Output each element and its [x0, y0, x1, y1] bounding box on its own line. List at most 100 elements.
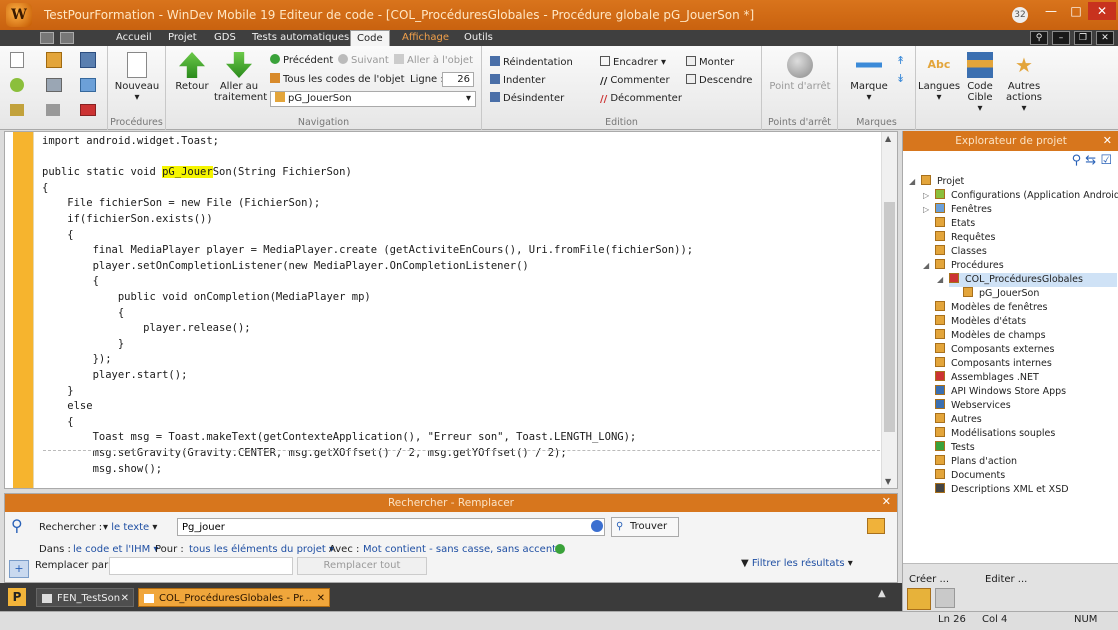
monter-button[interactable]: Monter [686, 56, 734, 70]
device-icon[interactable] [46, 78, 62, 92]
expand-replace-icon[interactable]: + [9, 560, 29, 578]
close-button[interactable]: ✕ [1088, 2, 1116, 20]
tree-item[interactable]: Webservices [935, 399, 1011, 413]
tree-expander-icon[interactable]: ◢ [937, 275, 943, 284]
marque-button[interactable]: Marque ▾ [844, 52, 894, 103]
tree-item[interactable]: Plans d'action [935, 455, 1017, 469]
open-folder-icon[interactable] [46, 52, 62, 68]
pour-dropdown[interactable]: tous les éléments du projet ▾ [189, 544, 334, 555]
ribbon-close-icon[interactable]: ✕ [1096, 31, 1114, 45]
tree-item[interactable]: Modèles de fenêtres [935, 301, 1048, 315]
tree-item[interactable]: Composants internes [935, 357, 1052, 371]
ribbon-minimize-icon[interactable]: – [1052, 31, 1070, 45]
trouver-button[interactable]: ⚲ Trouver [611, 517, 679, 537]
tree-item[interactable]: Composants externes [935, 343, 1054, 357]
tree-item[interactable]: Modélisations souples [935, 427, 1055, 441]
check-list-icon[interactable]: ☑ [1100, 153, 1112, 168]
tous-codes-button[interactable]: Tous les codes de l'objet [270, 73, 405, 87]
code-line[interactable]: if(fichierSon.exists()) [42, 212, 212, 228]
explorer-search-icon[interactable] [907, 588, 931, 610]
code-line[interactable]: else [42, 399, 92, 415]
undo-icon[interactable] [10, 104, 24, 116]
avec-dropdown[interactable]: Mot contient - sans casse, sans accent ▾ [363, 544, 564, 555]
code-line[interactable]: final MediaPlayer player = MediaPlayer.c… [42, 243, 694, 259]
sync-icon[interactable]: ⇆ [1085, 153, 1096, 168]
code-line[interactable]: public void onCompletion(MediaPlayer mp) [42, 290, 371, 306]
editor-scrollbar[interactable]: ▲ ▼ [881, 132, 897, 488]
editer-button[interactable]: Editer ... [985, 574, 1027, 585]
tree-item[interactable]: API Windows Store Apps [935, 385, 1066, 399]
tab-projet[interactable]: Projet [162, 30, 203, 46]
code-line[interactable]: { [42, 306, 124, 322]
search-input[interactable] [177, 518, 605, 536]
tab-fen-testson[interactable]: FEN_TestSon ✕ [36, 588, 134, 607]
decommenter-button[interactable]: //Décommenter [600, 92, 682, 106]
editor-scroll-thumb[interactable] [884, 202, 895, 432]
search-icon[interactable]: ⚲ [1030, 31, 1048, 45]
next-mark-icon[interactable]: ↟ [896, 54, 905, 67]
tree-item[interactable]: Projet [921, 175, 964, 189]
notification-badge[interactable]: 32 [1012, 7, 1028, 23]
code-line[interactable]: }); [42, 352, 112, 368]
tab-col-proceduresglobales[interactable]: COL_ProcéduresGlobales - Pr... ✕ [138, 588, 330, 607]
add-criteria-icon[interactable] [555, 544, 565, 554]
tree-expander-icon[interactable]: ▷ [923, 191, 929, 200]
code-line[interactable]: File fichierSon = new File (FichierSon); [42, 196, 320, 212]
explorer-close-icon[interactable]: ✕ [1103, 134, 1112, 147]
grid-icon[interactable] [40, 32, 54, 44]
creer-button[interactable]: Créer ... [909, 574, 949, 585]
code-editor[interactable]: import android.widget.Toast; public stati… [4, 131, 898, 489]
maximize-button[interactable]: □ [1063, 2, 1089, 20]
tree-item[interactable]: Procédures [935, 259, 1004, 273]
dans-dropdown[interactable]: le code et l'IHM ▾ [73, 544, 158, 555]
layout-icon[interactable] [60, 32, 74, 44]
tab-outils[interactable]: Outils [458, 30, 499, 46]
tree-item[interactable]: Fenêtres [935, 203, 992, 217]
tree-item[interactable]: Descriptions XML et XSD [935, 483, 1069, 497]
precedent-button[interactable]: Précédent [270, 54, 333, 68]
code-line[interactable]: player.start(); [42, 368, 188, 384]
point-arret-button[interactable]: Point d'arrêt [768, 52, 832, 92]
remplacer-tout-button[interactable]: Remplacer tout [297, 557, 427, 575]
procedure-combo[interactable]: pG_JouerSon ▾ [270, 91, 476, 107]
code-line[interactable]: } [42, 384, 73, 400]
tab-code[interactable]: Code [350, 30, 390, 46]
tree-item[interactable]: Modèles de champs [935, 329, 1046, 343]
tab-affichage[interactable]: Affichage [396, 30, 455, 46]
filtrer-button[interactable]: ▼ Filtrer les résultats ▾ [741, 558, 853, 569]
ligne-input[interactable]: 26 [442, 72, 474, 87]
commenter-button[interactable]: //Commenter [600, 74, 670, 88]
encadrer-button[interactable]: Encadrer ▾ [600, 56, 666, 70]
chevron-up-icon[interactable]: ▲ [878, 588, 886, 599]
explorer-grid-icon[interactable] [935, 588, 955, 608]
code-line[interactable]: public static void pG_JouerSon(String Fi… [42, 165, 352, 181]
tree-item[interactable]: Documents [935, 469, 1005, 483]
suivant-button[interactable]: Suivant [338, 54, 389, 68]
tree-item[interactable]: Tests [935, 441, 975, 455]
descendre-button[interactable]: Descendre [686, 74, 752, 88]
tree-item[interactable]: pG_JouerSon [963, 287, 1039, 301]
search-options-icon[interactable] [591, 520, 603, 532]
ribbon-restore-icon[interactable]: ❐ [1074, 31, 1092, 45]
tree-item[interactable]: Etats [935, 217, 975, 231]
prev-mark-icon[interactable]: ↡ [896, 72, 905, 85]
tree-expander-icon[interactable]: ◢ [923, 261, 929, 270]
lock-icon[interactable] [867, 518, 885, 534]
aller-objet-button[interactable]: Aller à l'objet [394, 54, 473, 68]
code-cible-button[interactable]: Code Cible ▾ [962, 52, 998, 114]
code-line[interactable]: } [42, 337, 124, 353]
tab-close-icon[interactable]: ✕ [121, 589, 129, 608]
replace-input[interactable] [109, 557, 293, 575]
tab-close-icon[interactable]: ✕ [317, 589, 325, 608]
tree-item[interactable]: Assemblages .NET [935, 371, 1039, 385]
scroll-up-icon[interactable]: ▲ [885, 134, 891, 143]
aller-au-traitement-button[interactable]: Aller au traitement [214, 52, 267, 103]
tree-item[interactable]: Configurations (Application Android) [935, 189, 1118, 203]
indenter-button[interactable]: Indenter [490, 74, 545, 88]
tree-item[interactable]: COL_ProcéduresGlobales [949, 273, 1117, 287]
scroll-down-icon[interactable]: ▼ [885, 477, 891, 486]
tree-item[interactable]: Modèles d'états [935, 315, 1026, 329]
code-line[interactable]: { [42, 228, 73, 244]
code-line[interactable]: { [42, 181, 48, 197]
desindenter-button[interactable]: Désindenter [490, 92, 564, 106]
